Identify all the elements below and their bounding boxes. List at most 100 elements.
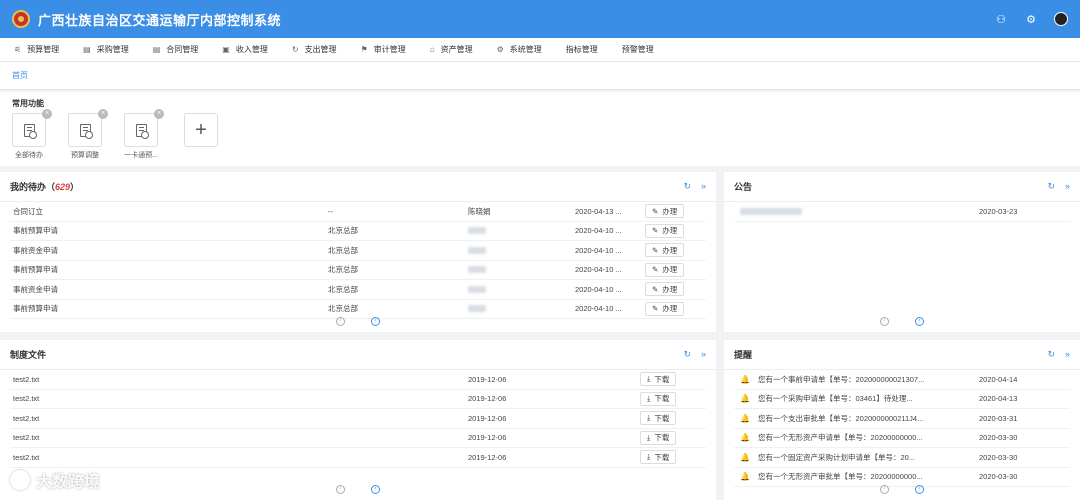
- file-row[interactable]: test2.txt 2019-12-06 ⤓ 下载: [10, 390, 706, 409]
- avatar[interactable]: [1054, 12, 1068, 26]
- quick-functions: 常用功能 × 全部待办 × 预算调整 × 一卡通预... +: [0, 92, 1080, 166]
- settings-icon[interactable]: ⚙: [1024, 12, 1038, 26]
- handle-button[interactable]: ✎ 办理: [645, 282, 685, 297]
- menu-label: 审计管理: [373, 45, 406, 54]
- quick-function-button[interactable]: [68, 113, 102, 147]
- download-label: 下载: [654, 394, 670, 404]
- more-icon[interactable]: »: [1065, 349, 1070, 360]
- reminder-row[interactable]: 🔔 您有一个固定资产采购计划申请单【单号：20... 2020-03-30: [734, 448, 1070, 468]
- menu-item[interactable]: ▣ 收入管理: [222, 44, 268, 55]
- more-icon[interactable]: »: [1065, 181, 1070, 192]
- add-quick-function-button[interactable]: +: [184, 113, 218, 147]
- quick-function-button[interactable]: [12, 113, 46, 147]
- files-title: 制度文件: [10, 350, 47, 360]
- menu-item[interactable]: ▤ 采购管理: [83, 44, 129, 55]
- todo-name: 合同订立: [13, 206, 43, 216]
- menu-item[interactable]: ⚙ 系统管理: [497, 44, 542, 55]
- bell-icon: 🔔: [740, 394, 750, 404]
- document-icon: [79, 123, 93, 139]
- download-button[interactable]: ⤓ 下载: [640, 450, 677, 465]
- quick-function-item[interactable]: × 预算调整: [68, 109, 108, 160]
- file-date: 2019-12-06: [468, 433, 507, 443]
- download-button[interactable]: ⤓ 下载: [640, 391, 677, 406]
- menu-label: 预算管理: [27, 45, 60, 54]
- notice-row[interactable]: 2020-03-23: [734, 202, 1070, 222]
- menu-item[interactable]: ▤ 合同管理: [153, 44, 199, 55]
- quick-function-button[interactable]: [124, 113, 158, 147]
- handle-button[interactable]: ✎ 办理: [645, 262, 685, 277]
- download-icon: ⤓: [647, 393, 651, 403]
- todo-date: 2020-04-10 ...: [575, 265, 622, 275]
- tab-home[interactable]: 首页: [12, 70, 28, 81]
- todo-row[interactable]: 事前预算申请 北京总部 2020-04-10 ... ✎ 办理: [10, 222, 706, 241]
- menu-item[interactable]: ⚟ 预算管理: [14, 44, 59, 55]
- remove-icon[interactable]: ×: [98, 109, 108, 119]
- file-name[interactable]: test2.txt: [13, 433, 39, 442]
- more-icon[interactable]: »: [701, 181, 706, 192]
- todo-count: 629: [55, 182, 71, 192]
- menu-item[interactable]: 指标管理: [566, 44, 598, 55]
- todo-row[interactable]: 事前资金申请 北京总部 2020-04-10 ... ✎ 办理: [10, 280, 706, 300]
- quick-function-item[interactable]: × 一卡通预...: [124, 109, 164, 160]
- redacted-person: [468, 266, 486, 274]
- download-button[interactable]: ⤓ 下载: [640, 430, 677, 445]
- download-button[interactable]: ⤓ 下载: [640, 372, 677, 387]
- todo-row[interactable]: 事前预算申请 北京总部 2020-04-10 ... ✎ 办理: [10, 261, 706, 280]
- user-switch-icon[interactable]: ⚇: [994, 12, 1008, 26]
- refresh-icon[interactable]: ↻: [1047, 181, 1055, 192]
- reminder-row[interactable]: 🔔 您有一个无形资产申请单【单号：20200000000... 2020-03-30: [734, 429, 1070, 448]
- prev-page-icon[interactable]: ‹: [336, 317, 345, 326]
- refresh-icon[interactable]: ↻: [1047, 349, 1055, 360]
- more-icon[interactable]: »: [701, 349, 706, 360]
- file-row[interactable]: test2.txt 2019-12-06 ⤓ 下载: [10, 448, 706, 468]
- handle-button[interactable]: ✎ 办理: [645, 301, 685, 316]
- remove-icon[interactable]: ×: [42, 109, 52, 119]
- refresh-icon[interactable]: ↻: [683, 181, 691, 192]
- bell-icon: 🔔: [740, 413, 750, 423]
- menu-item[interactable]: 预警管理: [622, 44, 654, 55]
- todo-row[interactable]: 事前资金申请 北京总部 2020-04-10 ... ✎ 办理: [10, 241, 706, 261]
- file-name[interactable]: test2.txt: [13, 414, 39, 423]
- next-page-icon[interactable]: ›: [915, 317, 924, 326]
- download-button[interactable]: ⤓ 下载: [640, 411, 677, 426]
- file-name[interactable]: test2.txt: [13, 375, 39, 384]
- notice-pager: ‹ ›: [724, 317, 1080, 326]
- todo-row[interactable]: 合同订立 -- 陈晓娟 2020-04-13 ... ✎ 办理: [10, 202, 706, 222]
- file-row[interactable]: test2.txt 2019-12-06 ⤓ 下载: [10, 370, 706, 390]
- quick-functions-list: × 全部待办 × 预算调整 × 一卡通预... +: [12, 109, 1068, 160]
- prev-page-icon[interactable]: ‹: [880, 485, 889, 494]
- next-page-icon[interactable]: ›: [371, 317, 380, 326]
- menu-icon: ⚙: [496, 45, 504, 54]
- menu-icon: ▤: [152, 45, 161, 54]
- handle-label: 办理: [662, 304, 678, 314]
- menu-item[interactable]: ⌂ 资产管理: [430, 44, 473, 55]
- next-page-icon[interactable]: ›: [915, 485, 924, 494]
- next-page-icon[interactable]: ›: [371, 485, 380, 494]
- download-label: 下载: [654, 374, 670, 384]
- menu-item[interactable]: ↻ 支出管理: [292, 44, 337, 55]
- reminder-text: 您有一个无形资产审批单【单号：20200000000...: [758, 472, 923, 482]
- notice-title: 公告: [734, 182, 753, 192]
- edit-icon: ✎: [652, 206, 659, 216]
- notice-date: 2020-03-23: [979, 206, 1018, 216]
- handle-button[interactable]: ✎ 办理: [645, 223, 685, 238]
- prev-page-icon[interactable]: ‹: [880, 317, 889, 326]
- handle-button[interactable]: ✎ 办理: [645, 243, 685, 258]
- reminder-row[interactable]: 🔔 您有一个事前申请单【单号：202000000021307... 2020-04-…: [734, 370, 1070, 390]
- reminders-pager: ‹ ›: [724, 485, 1080, 494]
- main-menu: ⚟ 预算管理 ▤ 采购管理 ▤ 合同管理 ▣ 收入管理 ↻ 支出管理 ⚑ 审计管理 ⌂ 资产管理 ⚙ 系统管理…: [0, 38, 1080, 62]
- file-row[interactable]: test2.txt 2019-12-06 ⤓ 下载: [10, 429, 706, 448]
- quick-function-item[interactable]: × 全部待办: [12, 109, 52, 160]
- app-title: 广西壮族自治区交通运输厅内部控制系统: [38, 12, 282, 28]
- file-row[interactable]: test2.txt 2019-12-06 ⤓ 下载: [10, 409, 706, 429]
- prev-page-icon[interactable]: ‹: [336, 485, 345, 494]
- file-name[interactable]: test2.txt: [13, 453, 39, 462]
- reminder-row[interactable]: 🔔 您有一个采购申请单【单号：03461】待处理... 2020-04-13: [734, 390, 1070, 409]
- handle-button[interactable]: ✎ 办理: [645, 204, 685, 219]
- refresh-icon[interactable]: ↻: [683, 349, 691, 360]
- reminder-row[interactable]: 🔔 您有一个支出审批单【单号：2020000000211J4... 2020-03-…: [734, 409, 1070, 429]
- menu-label: 系统管理: [509, 45, 542, 54]
- file-name[interactable]: test2.txt: [13, 394, 39, 403]
- remove-icon[interactable]: ×: [154, 109, 164, 119]
- menu-item[interactable]: ⚑ 审计管理: [361, 44, 406, 55]
